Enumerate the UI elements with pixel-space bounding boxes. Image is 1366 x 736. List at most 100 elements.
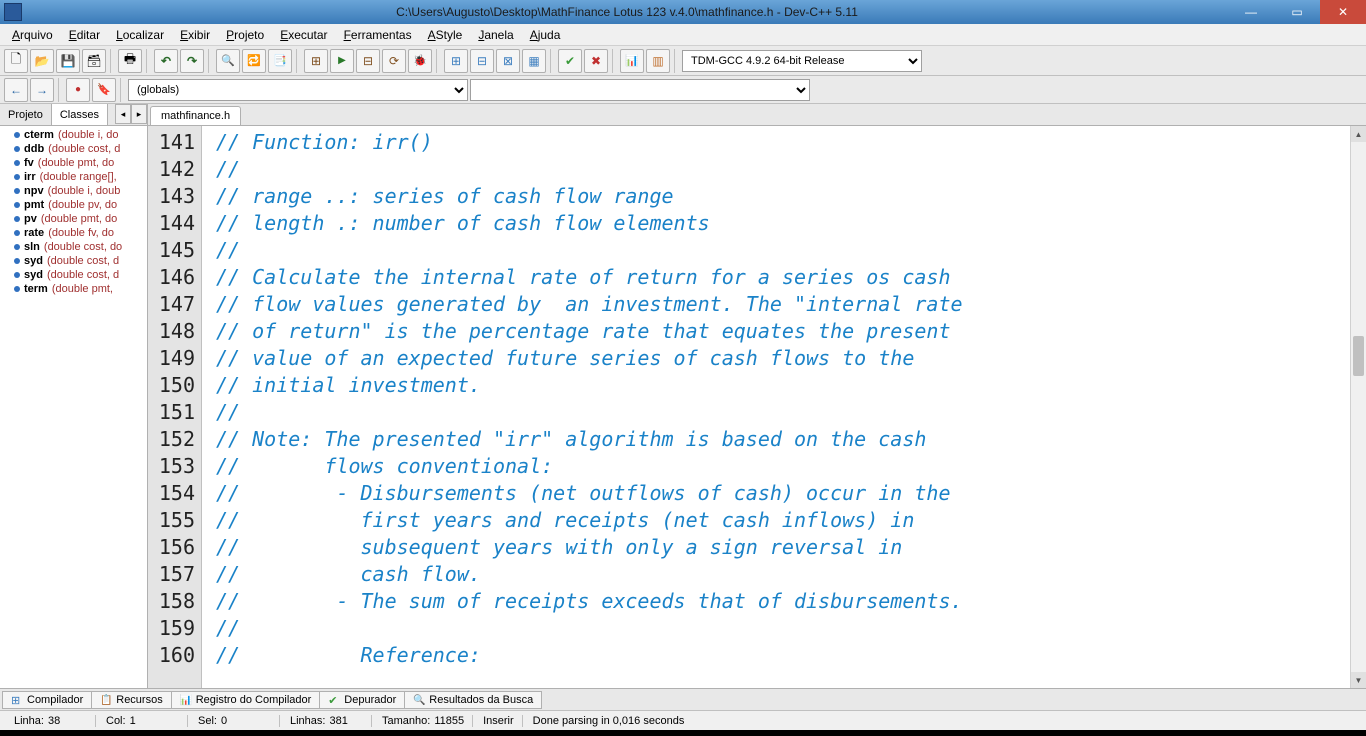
search-icon	[413, 694, 425, 706]
tree-item-fv[interactable]: fv (double pmt, do	[0, 156, 147, 170]
function-icon	[14, 188, 20, 194]
profile-button[interactable]	[620, 49, 644, 73]
tree-item-pmt[interactable]: pmt (double pv, do	[0, 198, 147, 212]
tree-item-cterm[interactable]: cterm (double i, do	[0, 128, 147, 142]
debug-button[interactable]	[408, 49, 432, 73]
tree-item-signature: (double cost, d	[47, 269, 119, 281]
scroll-down-button[interactable]: ▼	[1351, 672, 1366, 688]
tree-item-pv[interactable]: pv (double pmt, do	[0, 212, 147, 226]
code-content[interactable]: // Function: irr() // // range ..: serie…	[202, 126, 1366, 688]
tree-item-name: fv	[24, 157, 34, 169]
scroll-up-button[interactable]: ▲	[1351, 126, 1366, 142]
taskbar-strip	[0, 730, 1366, 736]
grid-button-2[interactable]	[470, 49, 494, 73]
vertical-scrollbar[interactable]: ▲ ▼	[1350, 126, 1366, 688]
window-title: C:\Users\Augusto\Desktop\MathFinance Lot…	[26, 5, 1228, 19]
find-in-files-button[interactable]	[268, 49, 292, 73]
menu-localizar[interactable]: Localizar	[108, 26, 172, 44]
function-icon	[14, 230, 20, 236]
function-icon	[14, 244, 20, 250]
compiler-select[interactable]: TDM-GCC 4.9.2 64-bit Release	[682, 50, 922, 72]
tree-item-syd[interactable]: syd (double cost, d	[0, 254, 147, 268]
main-area: Projeto Classes ◂ ▸ cterm (double i, dod…	[0, 104, 1366, 688]
grid-icon	[11, 694, 23, 706]
separator	[120, 78, 124, 102]
minimize-button[interactable]: —	[1228, 0, 1274, 24]
grid-button-3[interactable]	[496, 49, 520, 73]
run-button[interactable]	[330, 49, 354, 73]
nav-forward-button[interactable]	[30, 78, 54, 102]
sidebar-scroll-left-button[interactable]: ◂	[115, 104, 131, 124]
bookmark-button[interactable]	[92, 78, 116, 102]
replace-button[interactable]	[242, 49, 266, 73]
scope-select[interactable]: (globals)	[128, 79, 468, 101]
rebuild-button[interactable]	[382, 49, 406, 73]
menu-arquivo[interactable]: Arquivo	[4, 26, 61, 44]
tree-item-name: term	[24, 283, 48, 295]
menu-ajuda[interactable]: Ajuda	[522, 26, 569, 44]
tree-item-ddb[interactable]: ddb (double cost, d	[0, 142, 147, 156]
bottom-tab-resultados[interactable]: Resultados da Busca	[404, 691, 542, 709]
member-select[interactable]	[470, 79, 810, 101]
scroll-thumb[interactable]	[1353, 336, 1364, 376]
code-area[interactable]: 141 142 143 144 145 146 147 148 149 150 …	[148, 126, 1366, 688]
separator	[436, 49, 440, 73]
menu-projeto[interactable]: Projeto	[218, 26, 272, 44]
close-button[interactable]: ✕	[1320, 0, 1366, 24]
toggle-breakpoint-button[interactable]	[66, 78, 90, 102]
menu-ferramentas[interactable]: Ferramentas	[336, 26, 420, 44]
separator	[612, 49, 616, 73]
separator	[674, 49, 678, 73]
function-icon	[14, 174, 20, 180]
editor-tab-active[interactable]: mathfinance.h	[150, 106, 241, 125]
tree-item-name: npv	[24, 185, 44, 197]
bottom-tabs: Compilador Recursos Registro do Compilad…	[0, 688, 1366, 710]
new-file-button[interactable]	[4, 49, 28, 73]
bottom-tab-depurador[interactable]: Depurador	[319, 691, 405, 709]
tree-item-npv[interactable]: npv (double i, doub	[0, 184, 147, 198]
function-icon	[14, 272, 20, 278]
menu-executar[interactable]: Executar	[272, 26, 335, 44]
undo-button[interactable]	[154, 49, 178, 73]
redo-button[interactable]	[180, 49, 204, 73]
toolbar-secondary: (globals)	[0, 76, 1366, 104]
status-lines: Linhas:381	[282, 715, 372, 727]
app-icon	[4, 3, 22, 21]
sidebar-scroll-right-button[interactable]: ▸	[131, 104, 147, 124]
maximize-button[interactable]: ▭	[1274, 0, 1320, 24]
menu-editar[interactable]: Editar	[61, 26, 108, 44]
tree-item-signature: (double range[],	[40, 171, 117, 183]
sidebar-tab-classes[interactable]: Classes	[52, 104, 108, 125]
bottom-tab-recursos[interactable]: Recursos	[91, 691, 171, 709]
compile-run-button[interactable]	[356, 49, 380, 73]
tree-item-signature: (double cost, d	[47, 255, 119, 267]
bottom-tab-compilador[interactable]: Compilador	[2, 691, 92, 709]
save-button[interactable]	[56, 49, 80, 73]
tree-item-syd[interactable]: syd (double cost, d	[0, 268, 147, 282]
print-button[interactable]	[118, 49, 142, 73]
open-button[interactable]	[30, 49, 54, 73]
grid-button-1[interactable]	[444, 49, 468, 73]
find-button[interactable]	[216, 49, 240, 73]
tree-item-name: irr	[24, 171, 36, 183]
nav-back-button[interactable]	[4, 78, 28, 102]
editor-area: mathfinance.h 141 142 143 144 145 146 14…	[148, 104, 1366, 688]
menu-astyle[interactable]: AStyle	[420, 26, 471, 44]
tree-item-term[interactable]: term (double pmt,	[0, 282, 147, 296]
menu-janela[interactable]: Janela	[470, 26, 521, 44]
tree-item-irr[interactable]: irr (double range[],	[0, 170, 147, 184]
grid-button-4[interactable]	[522, 49, 546, 73]
save-all-button[interactable]	[82, 49, 106, 73]
menu-exibir[interactable]: Exibir	[172, 26, 218, 44]
tree-item-rate[interactable]: rate (double fv, do	[0, 226, 147, 240]
bottom-tab-registro[interactable]: Registro do Compilador	[171, 691, 321, 709]
sidebar-tab-projeto[interactable]: Projeto	[0, 104, 52, 125]
stats-button[interactable]	[646, 49, 670, 73]
compile-button[interactable]	[304, 49, 328, 73]
status-col: Col:1	[98, 715, 188, 727]
sidebar: Projeto Classes ◂ ▸ cterm (double i, dod…	[0, 104, 148, 688]
cancel-button[interactable]	[584, 49, 608, 73]
check-button[interactable]	[558, 49, 582, 73]
line-number-gutter: 141 142 143 144 145 146 147 148 149 150 …	[148, 126, 202, 688]
tree-item-sln[interactable]: sln (double cost, do	[0, 240, 147, 254]
